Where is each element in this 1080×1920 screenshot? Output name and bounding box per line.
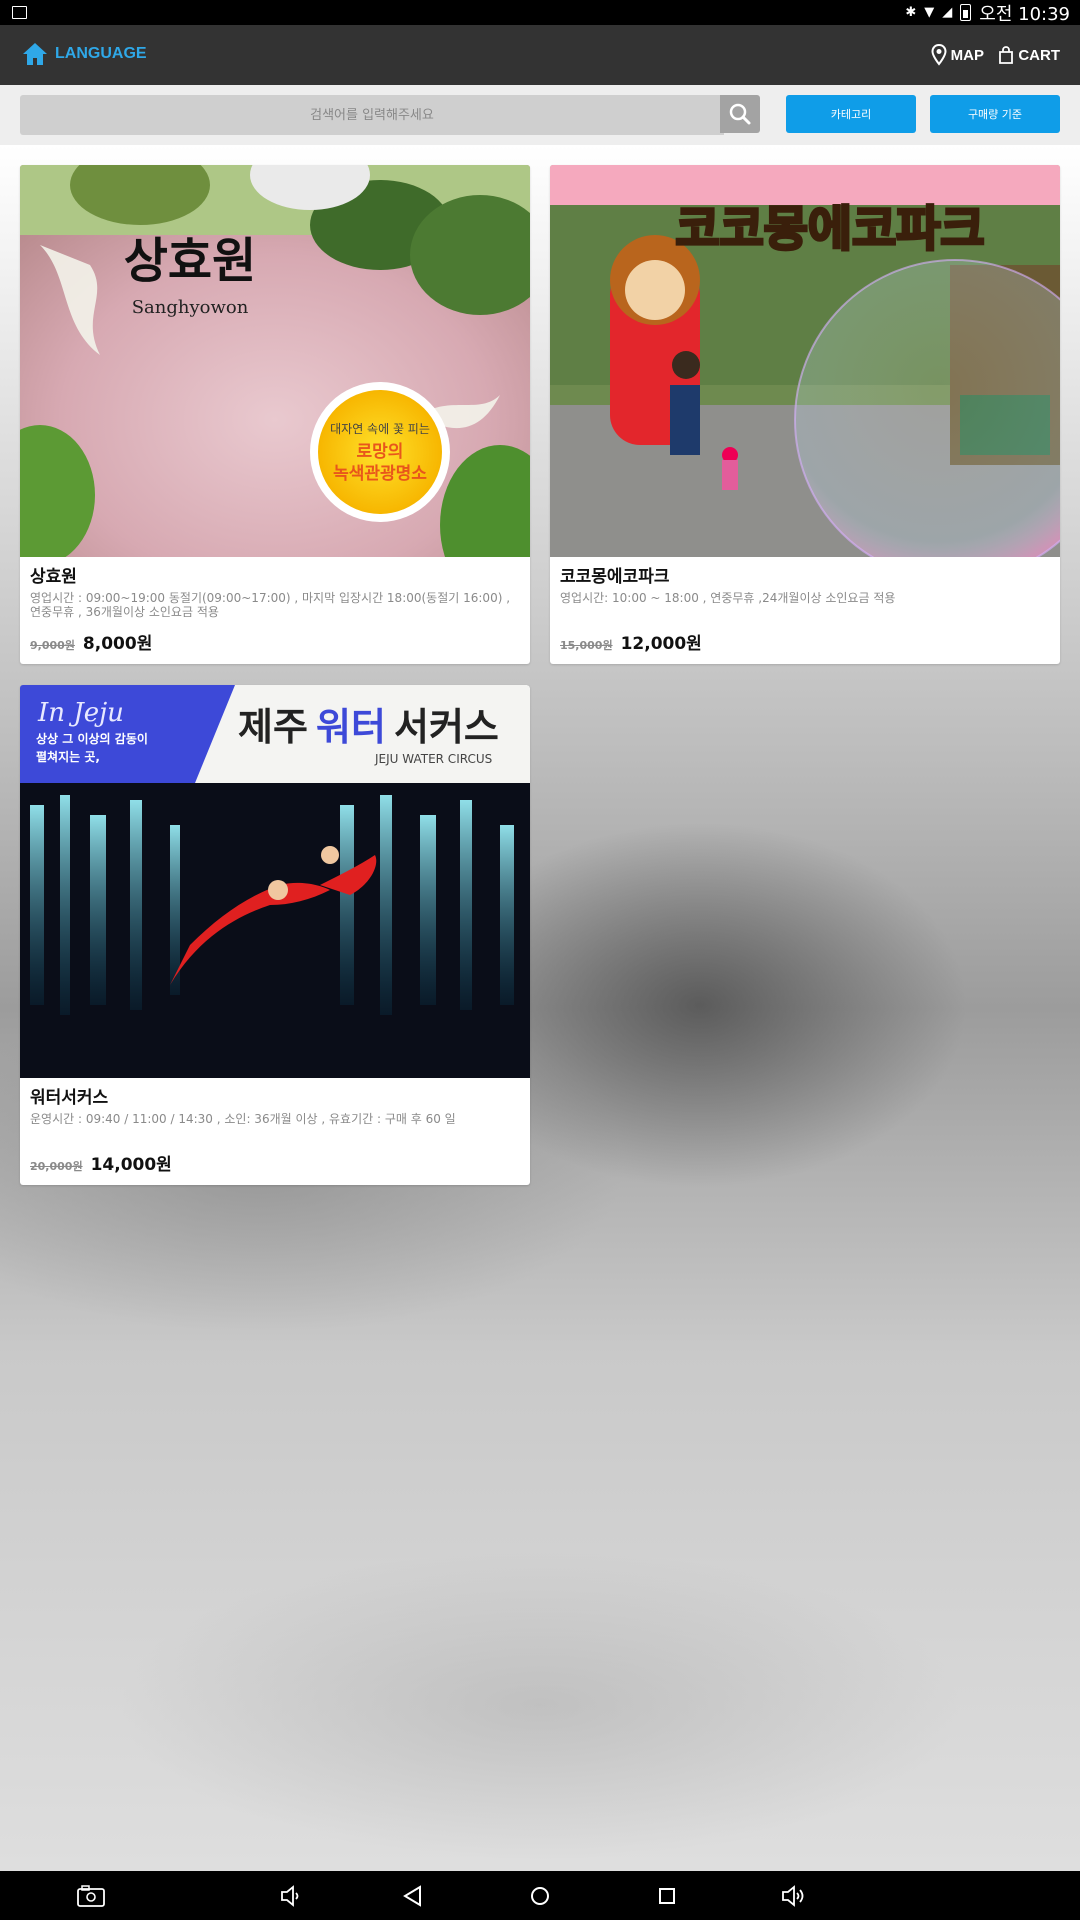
product-name: 코코몽에코파크 [560, 567, 670, 587]
home-icon[interactable] [22, 41, 48, 67]
original-price: 9,000원 [30, 639, 75, 652]
product-description: 영업시간: 10:00 ~ 18:00 , 연중무휴 ,24개월이상 소인요금 … [560, 591, 896, 605]
home-nav-icon[interactable] [527, 1883, 553, 1909]
screenshot-icon[interactable] [76, 1883, 106, 1909]
image-title: 코코몽에코파크 [675, 201, 984, 257]
image-title-c: 서커스 [394, 705, 499, 749]
cart-label: CART [1018, 46, 1060, 64]
image-tag: In Jeju [37, 698, 124, 728]
image-title: 상효원 [124, 233, 256, 289]
product-info: 코코몽에코파크 영업시간: 10:00 ~ 18:00 , 연중무휴 ,24개월… [550, 557, 1060, 664]
image-title-a: 제주 [238, 705, 308, 749]
product-description: 운영시간 : 09:40 / 11:00 / 14:30 , 소인: 36개월 … [30, 1112, 456, 1126]
status-time: 오전 10:39 [979, 3, 1070, 25]
price-row: 15,000원 12,000원 [560, 629, 1050, 654]
map-button[interactable]: MAP [931, 41, 984, 69]
back-icon[interactable] [400, 1883, 426, 1909]
product-description: 영업시간 : 09:00~19:00 동절기(09:00~17:00) , 마지… [30, 591, 511, 619]
sale-price: 8,000원 [82, 634, 153, 654]
product-card[interactable]: 코코몽에코파크 코코몽에코파크 영업시간: 10:00 ~ 18:00 , 연중… [550, 165, 1060, 664]
sort-by-purchases-button[interactable]: 구매량 기준 [930, 95, 1060, 133]
price-row: 20,000원 14,000원 [30, 1150, 520, 1175]
search-button[interactable] [720, 95, 760, 133]
image-tagline-2: 펼쳐지는 곳, [36, 749, 100, 764]
sale-price: 14,000원 [90, 1155, 172, 1175]
badge-text-1: 대자연 속에 꽃 피는 [330, 422, 430, 436]
shopping-bag-icon [999, 46, 1014, 64]
status-bar: ✱ ▼ ◢ 오전 10:39 [0, 0, 1080, 25]
bluetooth-icon: ✱ [905, 5, 917, 20]
image-subtitle: JEJU WATER CIRCUS [374, 752, 492, 766]
product-image: In Jeju 상상 그 이상의 감동이 펼쳐지는 곳, 제주 워터 서커스 J… [20, 685, 530, 1078]
product-card[interactable]: 대자연 속에 꽃 피는 로망의 녹색관광명소 상효원 Sanghyowon 상효… [20, 165, 530, 664]
app-bar: LANGUAGE MAP CART [0, 25, 1080, 85]
image-tagline-1: 상상 그 이상의 감동이 [36, 731, 148, 746]
badge-text-3: 녹색관광명소 [333, 464, 427, 484]
search-bar: 카테고리 구매량 기준 [0, 85, 1080, 146]
price-row: 9,000원 8,000원 [30, 629, 520, 654]
search-input[interactable] [20, 95, 724, 135]
product-name: 워터서커스 [30, 1088, 109, 1108]
gallery-notification-icon [12, 6, 27, 19]
signal-icon: ◢ [942, 5, 953, 20]
language-button[interactable]: LANGUAGE [55, 45, 147, 63]
image-subtitle: Sanghyowon [132, 297, 249, 318]
battery-icon [960, 4, 972, 21]
category-button[interactable]: 카테고리 [786, 95, 916, 133]
original-price: 15,000원 [560, 639, 613, 652]
volume-down-icon[interactable] [278, 1883, 304, 1909]
product-name: 상효원 [30, 567, 77, 587]
product-image: 코코몽에코파크 [550, 165, 1060, 557]
volume-up-icon[interactable] [780, 1883, 808, 1909]
product-image: 대자연 속에 꽃 피는 로망의 녹색관광명소 상효원 Sanghyowon [20, 165, 530, 557]
map-pin-icon [931, 44, 947, 66]
wifi-icon: ▼ [924, 5, 935, 20]
badge-text-2: 로망의 [357, 442, 404, 462]
image-title-b: 워터 [316, 705, 386, 749]
status-icons: ✱ ▼ ◢ 오전 10:39 [905, 0, 1070, 25]
search-icon [729, 103, 751, 125]
sale-price: 12,000원 [620, 634, 702, 654]
system-navigation-bar [0, 1871, 1080, 1920]
product-info: 상효원 영업시간 : 09:00~19:00 동절기(09:00~17:00) … [20, 557, 530, 664]
recents-icon[interactable] [654, 1883, 680, 1909]
original-price: 20,000원 [30, 1160, 83, 1173]
map-label: MAP [950, 46, 984, 64]
product-card[interactable]: In Jeju 상상 그 이상의 감동이 펼쳐지는 곳, 제주 워터 서커스 J… [20, 685, 530, 1185]
product-info: 워터서커스 운영시간 : 09:40 / 11:00 / 14:30 , 소인:… [20, 1078, 530, 1185]
cart-button[interactable]: CART [998, 41, 1060, 69]
